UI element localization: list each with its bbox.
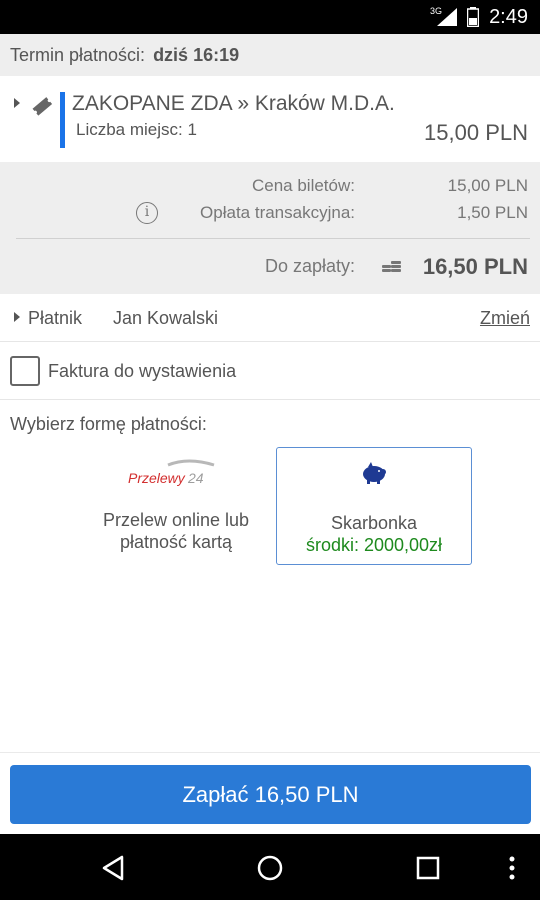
status-icons: 2:49 bbox=[437, 0, 528, 34]
home-icon[interactable] bbox=[253, 851, 287, 885]
info-icon[interactable]: i bbox=[136, 202, 158, 224]
fee-value: 1,50 PLN bbox=[457, 203, 528, 222]
trip-price: 15,00 PLN bbox=[424, 120, 528, 145]
invoice-row[interactable]: Faktura do wystawienia bbox=[0, 342, 540, 400]
svg-text:24: 24 bbox=[187, 470, 204, 486]
payment-method-heading: Wybierz formę płatności: bbox=[10, 414, 207, 434]
battery-icon bbox=[467, 7, 480, 27]
ticket-icon bbox=[32, 97, 53, 116]
change-payer-link[interactable]: Zmień bbox=[480, 308, 530, 329]
expand-chevron-icon[interactable] bbox=[14, 98, 20, 108]
trip-accent-bar bbox=[60, 92, 65, 148]
skarbonka-funds: środki: 2000,00zł bbox=[305, 535, 443, 555]
recent-apps-icon[interactable] bbox=[411, 851, 445, 885]
deadline-value: dziś 16:19 bbox=[153, 44, 240, 65]
przelewy24-line1: Przelew online lub bbox=[102, 510, 250, 530]
przelewy24-line2: płatność kartą bbox=[119, 532, 233, 552]
ticket-price-label: Cena biletów: bbox=[251, 176, 355, 195]
payment-option-przelewy24[interactable]: Przelewy 24 Przelew online lub płatność … bbox=[78, 447, 274, 565]
coins-icon bbox=[382, 261, 401, 272]
status-bar: 3G 2:49 bbox=[0, 0, 540, 34]
payer-name: Jan Kowalski bbox=[113, 308, 219, 328]
fee-label: Opłata transakcyjna: bbox=[200, 203, 355, 222]
signal-icon bbox=[437, 8, 458, 26]
payment-deadline: Termin płatności: dziś 16:19 bbox=[0, 34, 540, 76]
trip-route: ZAKOPANE ZDA » Kraków M.D.A. bbox=[72, 92, 395, 115]
przelewy24-description: Przelew online lub płatność kartą bbox=[78, 509, 274, 553]
przelewy24-logo: Przelewy 24 bbox=[128, 459, 215, 486]
piggy-bank-icon bbox=[363, 462, 386, 484]
payer-row[interactable]: Płatnik Jan Kowalski Zmień bbox=[0, 294, 540, 342]
summary-divider bbox=[16, 238, 530, 239]
clock: 2:49 bbox=[489, 5, 528, 28]
skarbonka-description: Skarbonka środki: 2000,00zł bbox=[277, 512, 471, 556]
payer-chevron-icon[interactable] bbox=[14, 312, 20, 322]
svg-text:Przelewy: Przelewy bbox=[128, 470, 186, 486]
pay-button[interactable]: Zapłać 16,50 PLN bbox=[10, 765, 531, 824]
back-icon[interactable] bbox=[96, 851, 130, 885]
overflow-menu-icon[interactable] bbox=[500, 851, 524, 885]
payer-label: Płatnik bbox=[28, 308, 83, 328]
pay-bar: Zapłać 16,50 PLN bbox=[0, 752, 540, 834]
system-nav-bar bbox=[0, 834, 540, 900]
total-value: 16,50 PLN bbox=[422, 254, 528, 279]
skarbonka-title: Skarbonka bbox=[330, 513, 418, 533]
invoice-checkbox[interactable] bbox=[10, 356, 40, 386]
invoice-label[interactable]: Faktura do wystawienia bbox=[48, 361, 236, 382]
ticket-price-value: 15,00 PLN bbox=[447, 176, 528, 195]
price-summary: Cena biletów: 15,00 PLN i Opłata transak… bbox=[0, 162, 540, 294]
payment-option-skarbonka[interactable]: Skarbonka środki: 2000,00zł bbox=[276, 447, 472, 565]
deadline-label: Termin płatności: bbox=[10, 44, 146, 65]
seat-count: Liczba miejsc: 1 bbox=[76, 120, 197, 139]
total-label: Do zapłaty: bbox=[264, 256, 355, 276]
trip-summary[interactable]: ZAKOPANE ZDA » Kraków M.D.A. Liczba miej… bbox=[0, 76, 540, 162]
